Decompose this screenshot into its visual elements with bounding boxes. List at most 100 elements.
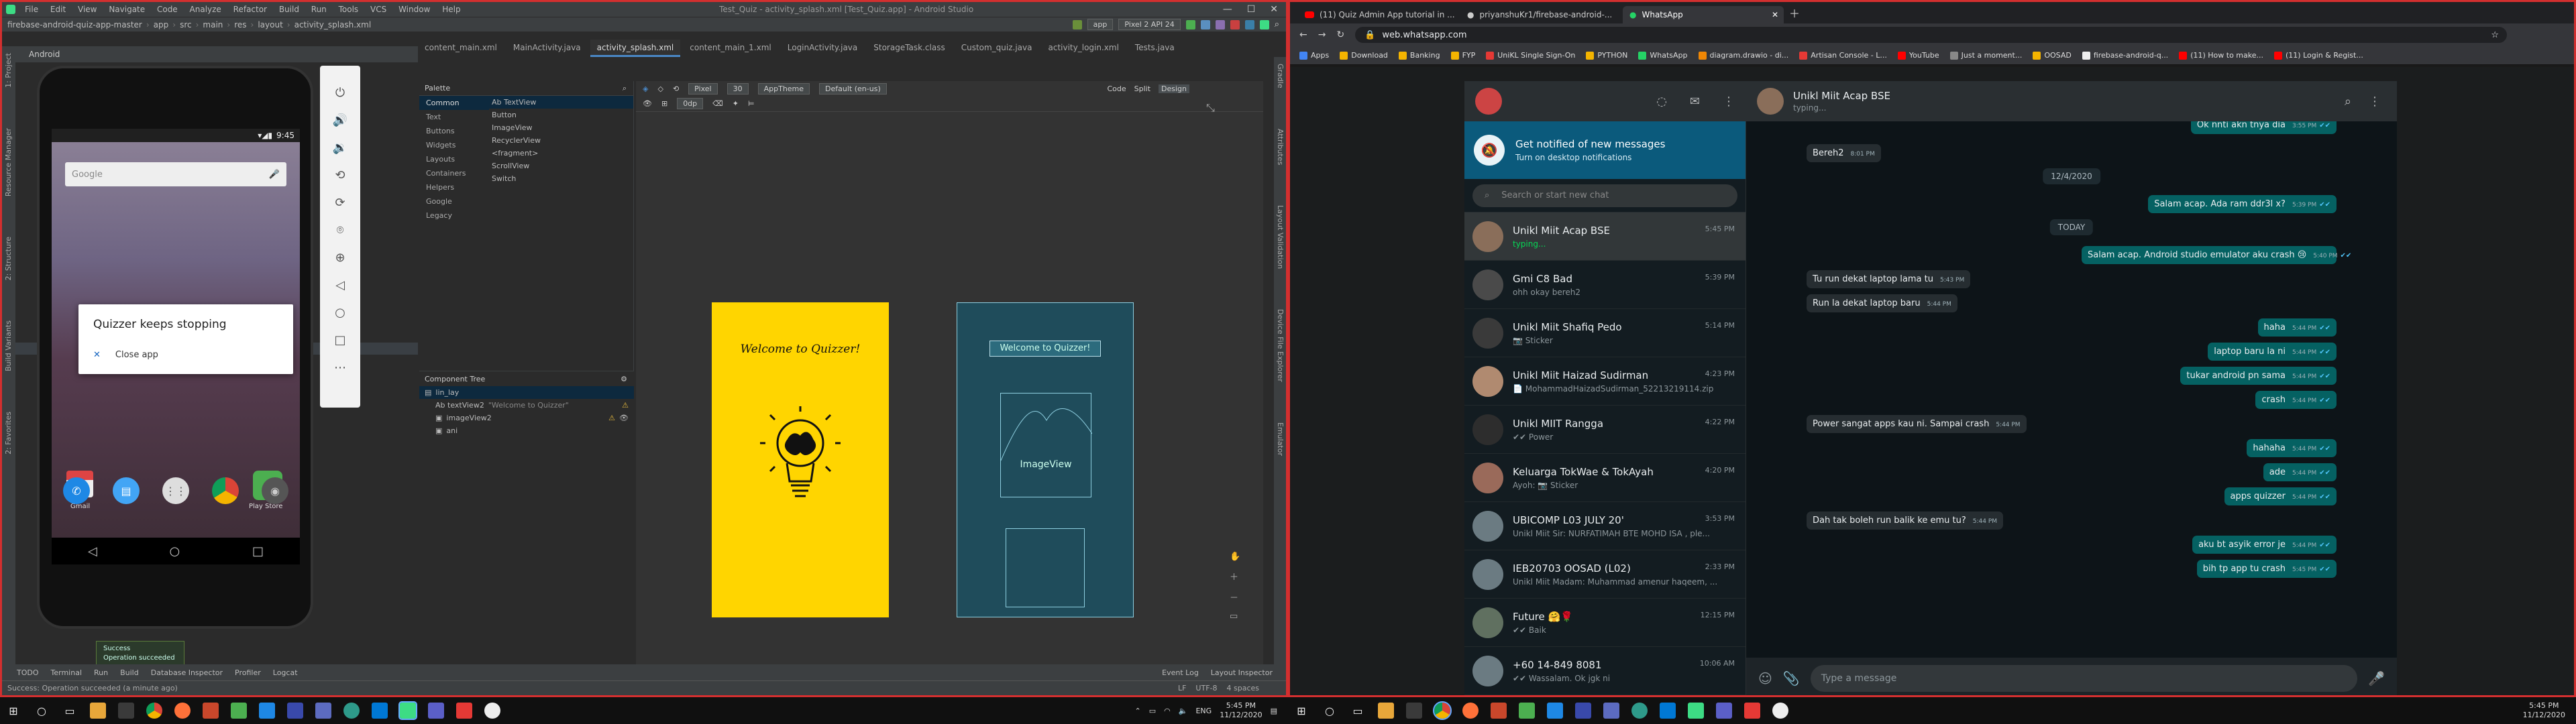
- bookmark[interactable]: OOSAD: [2033, 51, 2072, 60]
- volume-icon[interactable]: 🔈: [1179, 707, 1188, 715]
- incoming-message[interactable]: Power sangat apps kau ni. Sampai crash 5:…: [1807, 415, 2027, 433]
- app-icon[interactable]: [456, 703, 472, 719]
- palette-cat-legacy[interactable]: Legacy: [419, 208, 489, 223]
- outlook-icon[interactable]: [372, 703, 388, 719]
- app-icon[interactable]: [1575, 703, 1591, 719]
- build-variants-tab[interactable]: Build Variants: [4, 320, 13, 371]
- android-studio-icon[interactable]: [1688, 703, 1704, 719]
- encoding[interactable]: UTF-8: [1195, 684, 1217, 692]
- mic-icon[interactable]: 🎤: [2368, 670, 2385, 686]
- outgoing-message[interactable]: Salam acap. Ada ram ddr3l x? 5:39 PM ✔✔: [2148, 195, 2337, 213]
- zoom-in-icon[interactable]: ＋: [1230, 570, 1240, 583]
- emu-back-icon[interactable]: ◁: [335, 278, 345, 292]
- design-mode-icon[interactable]: ◈: [643, 84, 648, 93]
- tab-custom-quiz[interactable]: Custom_quiz.java: [955, 40, 1039, 57]
- maximize-icon[interactable]: ☐: [1247, 4, 1256, 15]
- bookmark[interactable]: FYP: [1450, 51, 1475, 60]
- outgoing-message[interactable]: bih tp app tu crash 5:45 PM ✔✔: [2196, 560, 2337, 578]
- project-view-select[interactable]: Android: [29, 50, 60, 59]
- palette-cat-text[interactable]: Text: [419, 110, 489, 124]
- tab-main-activity[interactable]: MainActivity.java: [506, 40, 588, 57]
- rotate-right-icon[interactable]: ⟳: [335, 196, 345, 210]
- build-tab[interactable]: Build: [120, 668, 139, 677]
- contact-avatar[interactable]: [1757, 88, 1784, 115]
- app-icon[interactable]: [203, 703, 219, 719]
- messages-icon[interactable]: ▤: [113, 477, 140, 504]
- menu-file[interactable]: File: [25, 5, 38, 14]
- warning-icon[interactable]: ⚠: [622, 401, 629, 410]
- battery-icon[interactable]: ▭: [1149, 707, 1156, 715]
- clear-constraints-icon[interactable]: ⌫: [712, 99, 723, 108]
- palette-item-switch[interactable]: Switch: [489, 172, 633, 185]
- chat-list-item[interactable]: Unikl Miit Haizad Sudirman 4:23 PM 📄 Moham…: [1464, 357, 1746, 406]
- theme-select[interactable]: AppTheme: [757, 82, 810, 95]
- reload-icon[interactable]: ↻: [1336, 29, 1344, 40]
- zoom-out-icon[interactable]: －: [1230, 591, 1240, 603]
- layout-inspector-tab[interactable]: Layout Inspector: [1211, 668, 1273, 677]
- android-studio-icon[interactable]: [398, 701, 417, 720]
- notification-icon[interactable]: ▤: [1271, 707, 1277, 715]
- menu-vcs[interactable]: VCS: [370, 5, 386, 14]
- tab-close-icon[interactable]: ✕: [1772, 10, 1778, 19]
- teams-icon[interactable]: [1716, 703, 1732, 719]
- stop-icon[interactable]: [1230, 19, 1240, 29]
- favorites-tab[interactable]: 2: Favorites: [4, 412, 13, 455]
- eye-icon[interactable]: 👁: [619, 414, 629, 422]
- palette-item-button[interactable]: Button: [489, 109, 633, 121]
- line-separator[interactable]: LF: [1178, 684, 1186, 692]
- photos-icon[interactable]: [1519, 703, 1535, 719]
- bookmark[interactable]: WhatsApp: [1638, 51, 1688, 60]
- search-input[interactable]: ⌕ Search or start new chat: [1472, 184, 1737, 207]
- search-icon[interactable]: ○: [34, 703, 50, 719]
- split-view-button[interactable]: Split: [1134, 84, 1150, 93]
- margin-icon[interactable]: ⊞: [661, 99, 667, 108]
- incoming-message[interactable]: Tu run dekat laptop lama tu 5:43 PM: [1807, 270, 1971, 288]
- locale-select[interactable]: Default (en-us): [819, 82, 887, 95]
- chat-list-item[interactable]: Unikl Miit Acap BSE 5:45 PM typing...: [1464, 213, 1746, 261]
- bookmark[interactable]: (11) How to make...: [2179, 51, 2263, 60]
- vscode-icon[interactable]: [259, 703, 275, 719]
- task-view-icon[interactable]: ▭: [62, 703, 78, 719]
- chrome-icon[interactable]: [146, 703, 162, 719]
- logcat-tab[interactable]: Logcat: [273, 668, 298, 677]
- menu-view[interactable]: View: [78, 5, 97, 14]
- palette-item-scrollview[interactable]: ScrollView: [489, 160, 633, 172]
- bookmark[interactable]: Just a moment...: [1949, 51, 2022, 60]
- app-icon[interactable]: [1744, 703, 1760, 719]
- chrome-icon[interactable]: [1433, 701, 1452, 720]
- outgoing-message[interactable]: tukar android pn sama 5:44 PM ✔✔: [2180, 367, 2337, 385]
- app-icon[interactable]: [1491, 703, 1507, 719]
- teams-icon[interactable]: [428, 703, 444, 719]
- menu-analyze[interactable]: Analyze: [190, 5, 221, 14]
- blueprint-preview-screen[interactable]: Welcome to Quizzer! ImageView: [957, 302, 1134, 617]
- edge-icon[interactable]: [343, 703, 360, 719]
- breadcrumb-app[interactable]: app: [154, 20, 169, 29]
- bookmark[interactable]: UniKL Single Sign-On: [1486, 51, 1575, 60]
- layout-validation-tab[interactable]: Layout Validation: [1276, 205, 1285, 269]
- app-drawer-icon[interactable]: ⋮⋮: [162, 477, 189, 504]
- outgoing-message[interactable]: Salam acap. Android studio emulator aku …: [2082, 246, 2351, 264]
- design-preview-screen[interactable]: Welcome to Quizzer!: [712, 302, 889, 617]
- address-bar[interactable]: 🔒 web.whatsapp.com ☆: [1355, 27, 2507, 43]
- indent[interactable]: 4 spaces: [1227, 684, 1260, 692]
- pin-app-icon[interactable]: [1406, 703, 1422, 719]
- palette-cat-google[interactable]: Google: [419, 194, 489, 208]
- database-inspector-tab[interactable]: Database Inspector: [151, 668, 223, 677]
- github-desktop-icon[interactable]: [1772, 703, 1788, 719]
- chat-list-item[interactable]: Keluarga TokWae & TokAyah 4:20 PM Ayoh: 📷 …: [1464, 454, 1746, 502]
- more-icon[interactable]: ⋯: [334, 361, 346, 375]
- sync-icon[interactable]: [1244, 19, 1254, 29]
- bookmark[interactable]: Banking: [1398, 51, 1440, 60]
- profile-icon[interactable]: [1215, 19, 1225, 29]
- power-icon[interactable]: ⏻: [335, 86, 345, 100]
- chat-list-item[interactable]: +60 14-849 8081 10:06 AM ✔✔ Wassalam. Ok j…: [1464, 647, 1746, 695]
- resize-handle-icon[interactable]: ⤡: [1206, 101, 1215, 115]
- github-desktop-icon[interactable]: [484, 703, 500, 719]
- rotate-left-icon[interactable]: ⟲: [335, 168, 345, 182]
- browser-tab-whatsapp[interactable]: ● WhatsApp ✕: [1623, 6, 1784, 23]
- device-file-explorer-tab[interactable]: Device File Explorer: [1276, 309, 1285, 382]
- menu-edit[interactable]: Edit: [50, 5, 66, 14]
- forward-icon[interactable]: →: [1318, 29, 1326, 40]
- tree-node-textview[interactable]: Ab textView2 "Welcome to Quizzer" ⚠: [419, 399, 634, 412]
- home-icon[interactable]: ○: [170, 544, 180, 558]
